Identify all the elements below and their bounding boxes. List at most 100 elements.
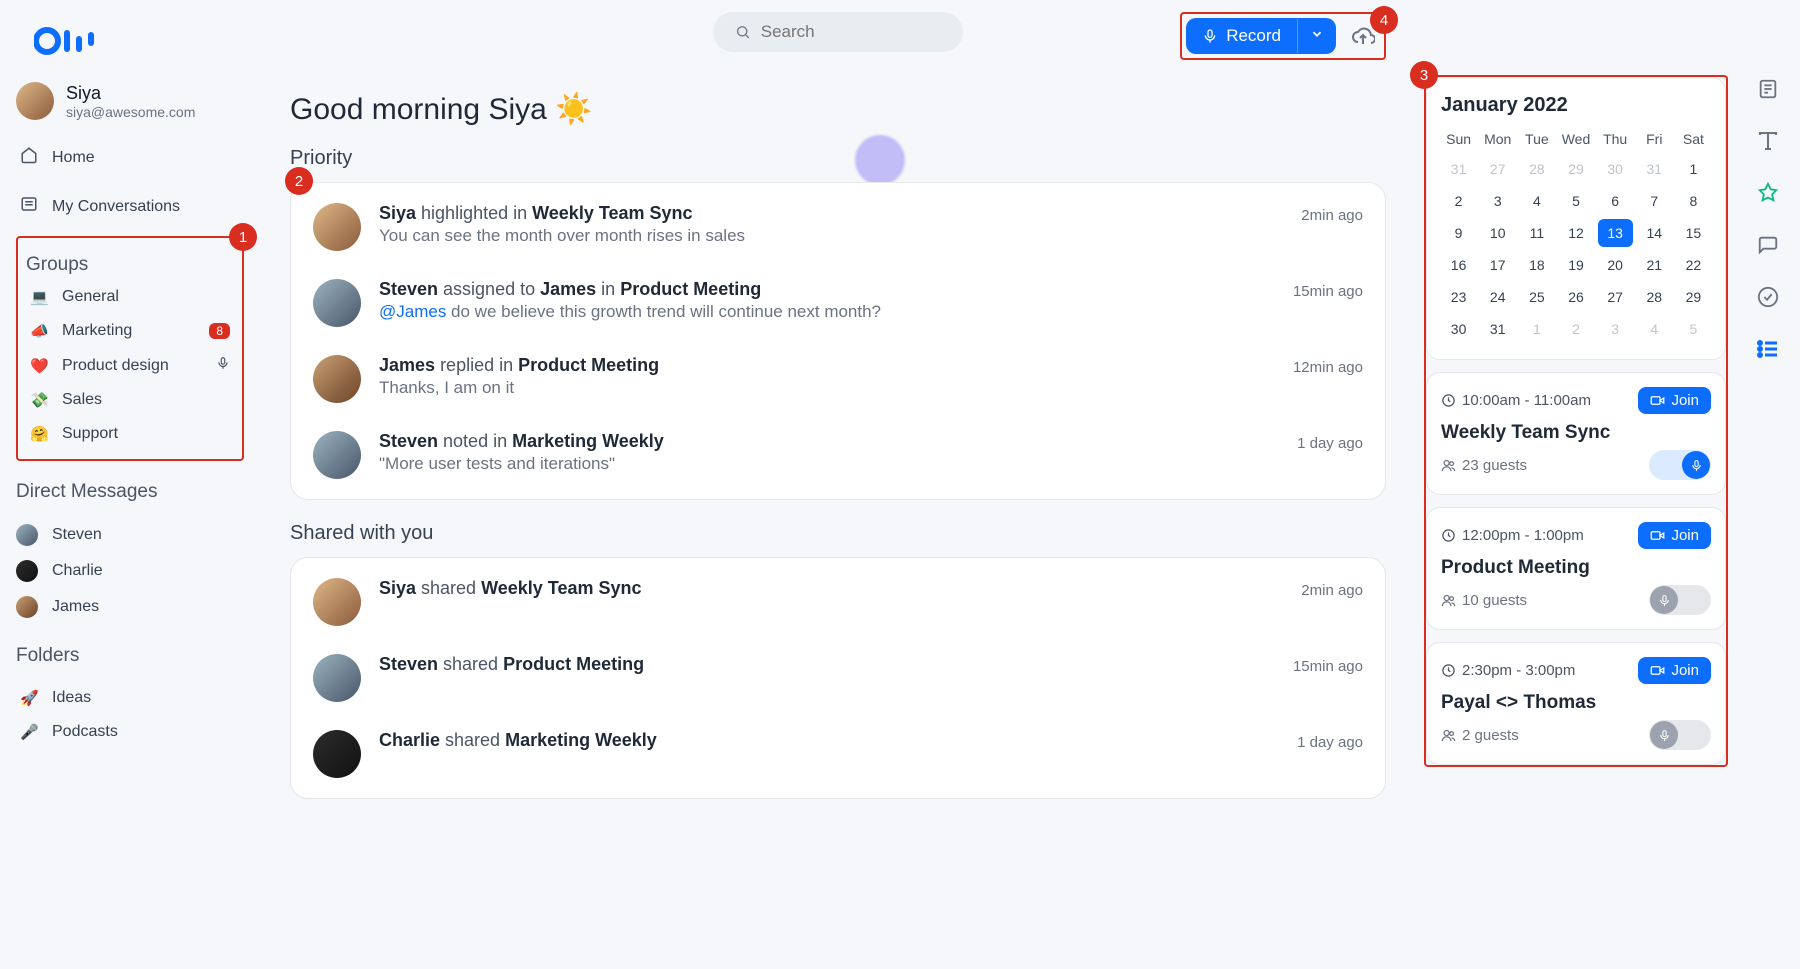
- group-item[interactable]: 🤗Support: [26, 417, 234, 451]
- calendar-day[interactable]: 17: [1480, 251, 1515, 279]
- calendar-day[interactable]: 13: [1598, 219, 1633, 247]
- calendar-day-prev[interactable]: 28: [1519, 155, 1554, 183]
- calendar-day[interactable]: 25: [1519, 283, 1554, 311]
- calendar-day[interactable]: 20: [1598, 251, 1633, 279]
- calendar-day[interactable]: 8: [1676, 187, 1711, 215]
- calendar-day-next[interactable]: 1: [1519, 315, 1554, 343]
- calendar-day[interactable]: 15: [1676, 219, 1711, 247]
- calendar-day[interactable]: 28: [1637, 283, 1672, 311]
- meeting-card[interactable]: 10:00am - 11:00am Join Weekly Team Sync …: [1426, 372, 1726, 495]
- calendar-day[interactable]: 3: [1480, 187, 1515, 215]
- calendar-day[interactable]: 27: [1598, 283, 1633, 311]
- calendar-day[interactable]: 29: [1676, 283, 1711, 311]
- group-item[interactable]: 💸Sales: [26, 383, 234, 417]
- calendar-day[interactable]: 4: [1519, 187, 1554, 215]
- record-dropdown[interactable]: [1297, 19, 1336, 53]
- join-button[interactable]: Join: [1638, 657, 1711, 684]
- calendar-day[interactable]: 31: [1480, 315, 1515, 343]
- logo[interactable]: [16, 24, 244, 66]
- calendar-day[interactable]: 23: [1441, 283, 1476, 311]
- dm-heading: Direct Messages: [16, 471, 244, 507]
- feed-subtitle: You can see the month over month rises i…: [379, 226, 1283, 246]
- record-toggle[interactable]: [1649, 720, 1711, 750]
- calendar-day-prev[interactable]: 29: [1558, 155, 1593, 183]
- calendar-day-next[interactable]: 5: [1676, 315, 1711, 343]
- join-button[interactable]: Join: [1638, 522, 1711, 549]
- feed-time: 1 day ago: [1297, 435, 1363, 452]
- shared-time: 15min ago: [1293, 658, 1363, 675]
- calendar-day[interactable]: 1: [1676, 155, 1711, 183]
- annotation-box-1: 1 Groups 💻General📣Marketing8❤️Product de…: [16, 236, 244, 461]
- annotation-number: 3: [1410, 61, 1438, 89]
- meeting-card[interactable]: 12:00pm - 1:00pm Join Product Meeting 10…: [1426, 507, 1726, 630]
- feed-subtitle: Thanks, I am on it: [379, 378, 1275, 398]
- annotation-box-3: 3 January 2022 SunMonTueWedThuFriSat3127…: [1424, 75, 1728, 767]
- calendar-day[interactable]: 7: [1637, 187, 1672, 215]
- record-button[interactable]: Record: [1186, 18, 1336, 54]
- rail-highlight-icon[interactable]: [1754, 179, 1782, 207]
- shared-item[interactable]: Siya shared Weekly Team Sync 2min ago: [309, 564, 1367, 640]
- calendar-day[interactable]: 21: [1637, 251, 1672, 279]
- record-toggle[interactable]: [1649, 450, 1711, 480]
- calendar-day[interactable]: 14: [1637, 219, 1672, 247]
- nav-home[interactable]: Home: [16, 138, 244, 177]
- group-emoji: ❤️: [30, 357, 48, 375]
- rail-notes-icon[interactable]: [1754, 75, 1782, 103]
- calendar-day[interactable]: 12: [1558, 219, 1593, 247]
- guests-icon: [1441, 593, 1456, 608]
- folder-item[interactable]: 🚀Ideas: [16, 681, 244, 715]
- meeting-card[interactable]: 2:30pm - 3:00pm Join Payal <> Thomas 2 g…: [1426, 642, 1726, 765]
- calendar-day-prev[interactable]: 31: [1637, 155, 1672, 183]
- join-button[interactable]: Join: [1638, 387, 1711, 414]
- nav-conversations[interactable]: My Conversations: [16, 187, 244, 226]
- feed-item[interactable]: Siya highlighted in Weekly Team Sync You…: [309, 189, 1367, 265]
- folder-item[interactable]: 🎤Podcasts: [16, 715, 244, 749]
- calendar-day-next[interactable]: 2: [1558, 315, 1593, 343]
- calendar-day-next[interactable]: 4: [1637, 315, 1672, 343]
- shared-item[interactable]: Steven shared Product Meeting 15min ago: [309, 640, 1367, 716]
- calendar-day[interactable]: 16: [1441, 251, 1476, 279]
- mic-icon: [1202, 28, 1218, 44]
- calendar-day[interactable]: 2: [1441, 187, 1476, 215]
- calendar-day[interactable]: 19: [1558, 251, 1593, 279]
- dm-item[interactable]: James: [16, 589, 244, 625]
- feed-item[interactable]: Steven noted in Marketing Weekly "More u…: [309, 417, 1367, 493]
- calendar-dow: Sat: [1676, 127, 1711, 151]
- feed-item[interactable]: Steven assigned to James in Product Meet…: [309, 265, 1367, 341]
- rail-comment-icon[interactable]: [1754, 231, 1782, 259]
- calendar-day[interactable]: 9: [1441, 219, 1476, 247]
- calendar-day[interactable]: 30: [1441, 315, 1476, 343]
- rail-check-icon[interactable]: [1754, 283, 1782, 311]
- meeting-title: Product Meeting: [1441, 557, 1711, 579]
- calendar-day-prev[interactable]: 31: [1441, 155, 1476, 183]
- rail-list-icon[interactable]: [1754, 335, 1782, 363]
- annotation-number: 1: [229, 223, 257, 251]
- calendar-day[interactable]: 26: [1558, 283, 1593, 311]
- calendar-day[interactable]: 18: [1519, 251, 1554, 279]
- calendar-day[interactable]: 24: [1480, 283, 1515, 311]
- priority-card: 2 Siya highlighted in Weekly Team Sync Y…: [290, 182, 1386, 500]
- calendar-day-next[interactable]: 3: [1598, 315, 1633, 343]
- calendar-day[interactable]: 22: [1676, 251, 1711, 279]
- dm-item[interactable]: Steven: [16, 517, 244, 553]
- clock-icon: [1441, 528, 1456, 543]
- user-block[interactable]: Siya siya@awesome.com: [16, 76, 244, 128]
- calendar-day[interactable]: 5: [1558, 187, 1593, 215]
- group-item[interactable]: ❤️Product design: [26, 348, 234, 383]
- meeting-guests: 10 guests: [1441, 592, 1527, 609]
- calendar-day[interactable]: 10: [1480, 219, 1515, 247]
- record-toggle[interactable]: [1649, 585, 1711, 615]
- feed-item[interactable]: James replied in Product Meeting Thanks,…: [309, 341, 1367, 417]
- shared-item[interactable]: Charlie shared Marketing Weekly 1 day ag…: [309, 716, 1367, 792]
- calendar-day-prev[interactable]: 27: [1480, 155, 1515, 183]
- rail-text-icon[interactable]: [1754, 127, 1782, 155]
- greeting: Good morning Siya ☀️: [290, 92, 1386, 127]
- calendar-day-prev[interactable]: 30: [1598, 155, 1633, 183]
- dm-item[interactable]: Charlie: [16, 553, 244, 589]
- calendar-day[interactable]: 6: [1598, 187, 1633, 215]
- group-label: Sales: [62, 391, 102, 409]
- group-item[interactable]: 📣Marketing8: [26, 314, 234, 348]
- shared-title: Siya shared Weekly Team Sync: [379, 578, 1283, 599]
- calendar-day[interactable]: 11: [1519, 219, 1554, 247]
- group-item[interactable]: 💻General: [26, 280, 234, 314]
